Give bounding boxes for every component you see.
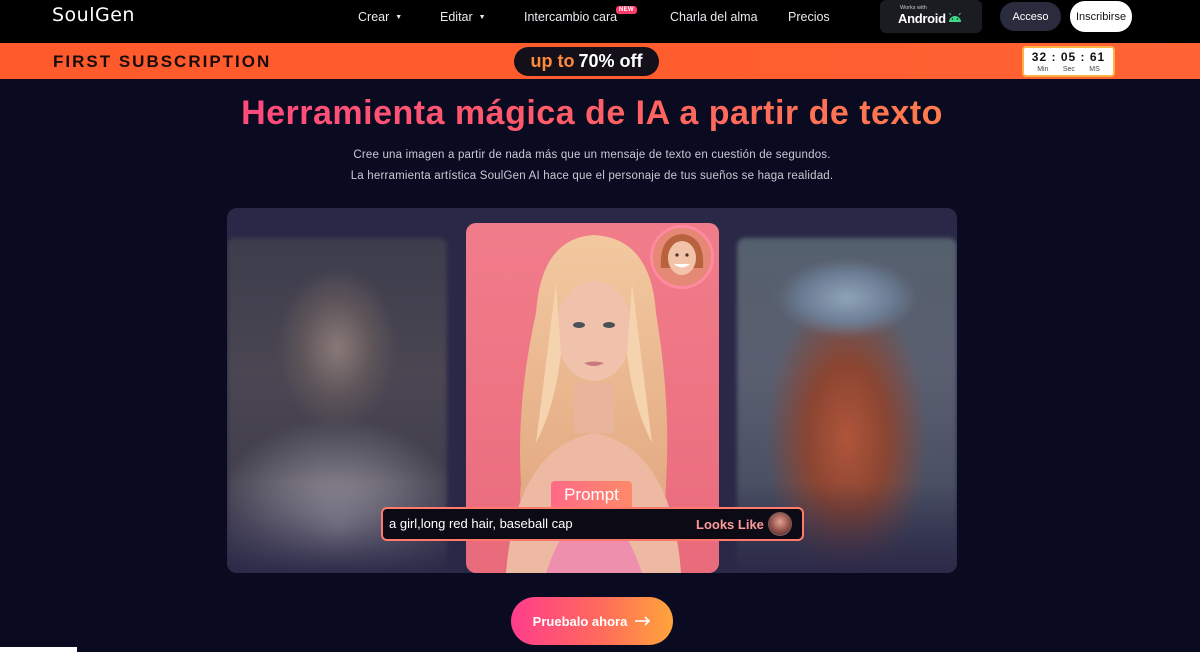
caret-down-icon: ▼ (478, 14, 486, 21)
new-badge: NEW (616, 6, 637, 14)
timer-colon: : (1080, 50, 1086, 64)
timer-digits: 32 : 05 : 61 (1024, 50, 1113, 64)
timer-sec: 05 (1060, 50, 1077, 64)
android-download-button[interactable]: Works with Android (880, 0, 982, 33)
reference-face-avatar (650, 225, 714, 289)
corner-bar (0, 647, 77, 652)
page-title: Herramienta mágica de IA a partir de tex… (0, 94, 1184, 133)
discount-up-to: up to (530, 51, 575, 71)
hero-subtitle-line-1: Cree una imagen a partir de nada más que… (353, 149, 831, 161)
looks-like-avatar (768, 512, 792, 536)
promo-banner[interactable]: FIRST SUBSCRIPTION up to 70% off 32 : 05… (0, 43, 1200, 79)
signup-button[interactable]: Inscribirse (1070, 1, 1132, 32)
try-now-button[interactable]: Pruebalo ahora (511, 597, 673, 645)
prompt-text: a girl,long red hair, baseball cap (389, 516, 573, 531)
reference-face-illustration (653, 228, 711, 286)
timer-sec-label: Sec (1062, 66, 1075, 73)
nav-item-precios[interactable]: Precios (788, 10, 830, 24)
timer-colon: : (1051, 50, 1057, 64)
nav-item-editar[interactable]: Editar ▼ (440, 10, 486, 24)
android-robot-icon (949, 13, 961, 22)
try-now-label: Pruebalo ahora (532, 613, 628, 629)
timer-ms-label: MS (1089, 66, 1100, 73)
prompt-box: a girl,long red hair, baseball cap Looks… (381, 507, 804, 541)
discount-value: 70% off (578, 51, 643, 71)
timer-ms: 61 (1089, 50, 1106, 64)
nav-item-label: Precios (788, 10, 830, 24)
countdown-timer: 32 : 05 : 61 Min Sec MS (1022, 46, 1115, 77)
top-nav: SoulGen Crear ▼ Editar ▼ Intercambio cara … (0, 0, 1200, 43)
nav-item-charla-del-alma[interactable]: Charla del alma (670, 10, 758, 24)
discount-pill: up to 70% off (514, 47, 659, 76)
arrow-right-icon (635, 616, 651, 626)
timer-min-label: Min (1037, 66, 1049, 73)
nav-item-label: Intercambio cara (524, 10, 618, 24)
timer-min: 32 (1031, 50, 1048, 64)
promo-label: FIRST SUBSCRIPTION (53, 52, 272, 71)
caret-down-icon: ▼ (395, 14, 403, 21)
logo[interactable]: SoulGen (52, 4, 135, 26)
hero-subtitle-line-2: La herramienta artística SoulGen AI hace… (350, 170, 834, 182)
nav-item-label: Charla del alma (670, 10, 758, 24)
nav-item-intercambio-cara[interactable]: Intercambio cara NEW (524, 6, 637, 24)
android-label: Android (898, 11, 946, 26)
nav-item-label: Crear (358, 10, 390, 24)
looks-like-label: Looks Like (696, 517, 764, 532)
timer-units: Min Sec MS (1024, 66, 1113, 73)
prompt-tag: Prompt (551, 481, 632, 508)
login-button[interactable]: Acceso (1000, 2, 1061, 31)
nav-item-label: Editar (440, 10, 473, 24)
nav-item-crear[interactable]: Crear ▼ (358, 10, 402, 24)
